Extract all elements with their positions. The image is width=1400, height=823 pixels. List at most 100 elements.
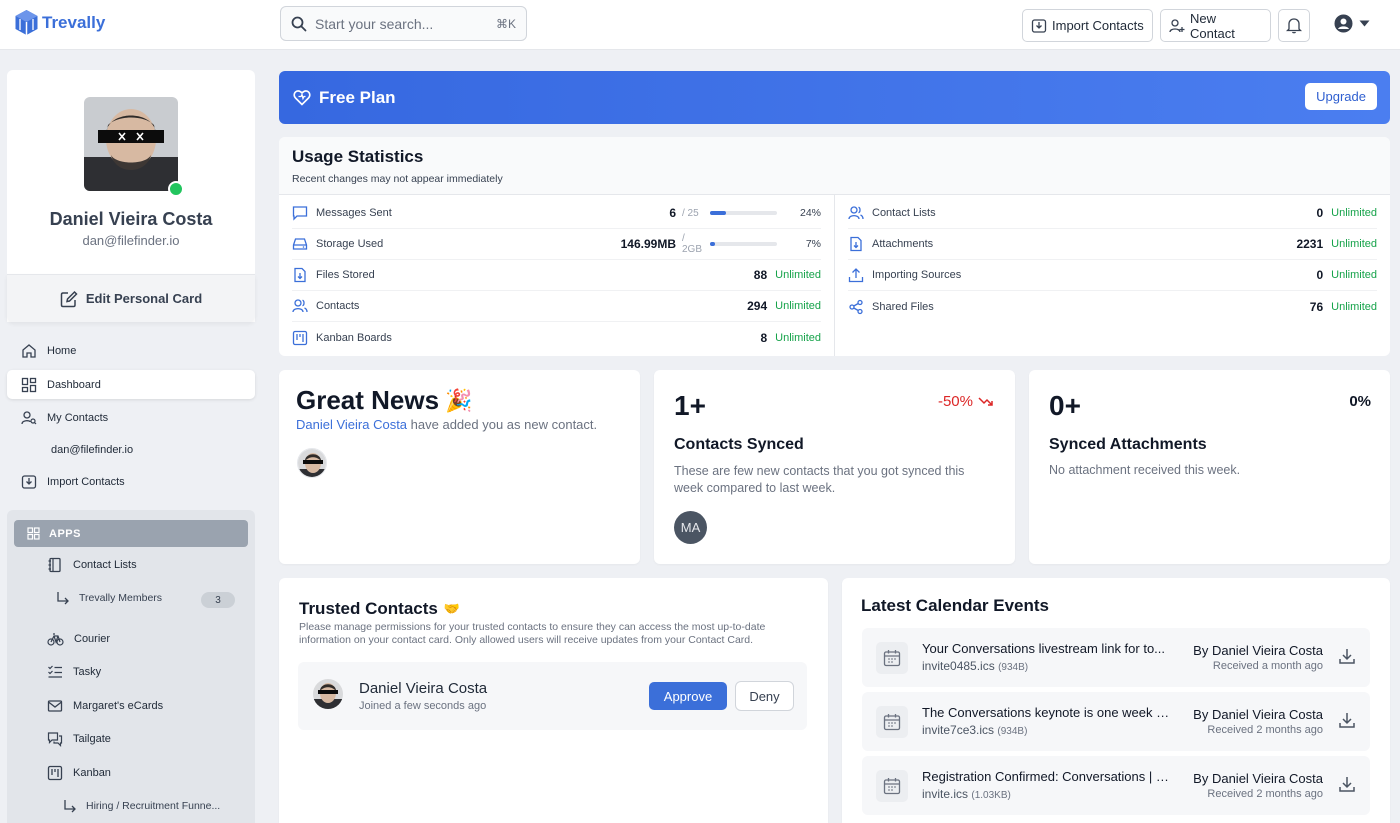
nav-item-my-contacts[interactable]: My Contacts: [7, 403, 255, 432]
app-contact-lists[interactable]: Contact Lists: [47, 552, 137, 578]
edit-icon: [60, 290, 78, 308]
usage-label: Messages Sent: [316, 207, 392, 219]
event-file: invite.ics (1.03KB): [922, 787, 1011, 801]
app-hiring-recruitment[interactable]: Hiring / Recruitment Funne...: [62, 794, 220, 818]
checklist-icon: [47, 664, 63, 680]
edit-personal-card-label: Edit Personal Card: [85, 291, 203, 306]
app-margarets-ecards[interactable]: Margaret's eCards: [47, 693, 163, 719]
mail-icon: [47, 698, 63, 714]
upload-icon: [848, 267, 864, 283]
app-label: Contact Lists: [73, 559, 137, 571]
new-contact-avatar[interactable]: [297, 448, 327, 478]
calendar-event-item[interactable]: The Conversations keynote is one week a.…: [862, 692, 1370, 751]
users-icon: [848, 205, 864, 221]
app-tailgate[interactable]: Tailgate: [47, 726, 111, 752]
synced-contact-avatar[interactable]: MA: [674, 511, 707, 544]
calendar-event-item[interactable]: Your Conversations livestream link for t…: [862, 628, 1370, 687]
brand-name: Trevally: [42, 12, 106, 32]
nav-item-account-email[interactable]: dan@filefinder.io: [7, 435, 255, 464]
usage-value: 0: [1316, 268, 1324, 282]
party-popper-icon: 🎉: [445, 387, 473, 413]
file-download-icon: [848, 236, 864, 252]
trusted-contacts-title: Trusted Contacts: [299, 599, 438, 618]
approve-button[interactable]: Approve: [649, 682, 727, 710]
contacts-synced-card: 1+ -50% Contacts Synced These are few ne…: [654, 370, 1015, 564]
event-filename: invite0485.ics: [922, 659, 995, 673]
usage-progress-fill: [710, 211, 727, 215]
usage-row-files-stored: Files Stored 88 Unlimited: [292, 260, 821, 291]
trusted-contact-name: Daniel Vieira Costa: [359, 680, 488, 697]
usage-percent: 24%: [799, 207, 821, 219]
edit-personal-card-button[interactable]: Edit Personal Card: [7, 274, 255, 322]
event-received: Received a month ago: [1212, 660, 1323, 672]
search-box[interactable]: Start your search... ⌘K: [280, 6, 527, 41]
nav-item-import-contacts[interactable]: Import Contacts: [7, 467, 255, 496]
usage-value: 76: [1309, 299, 1324, 314]
user-search-icon: [21, 410, 37, 426]
usage-statistics-card: Usage Statistics Recent changes may not …: [279, 137, 1390, 356]
usage-header: Usage Statistics Recent changes may not …: [279, 137, 1390, 195]
app-label: Trevally Members: [79, 592, 163, 604]
notifications-button[interactable]: [1278, 9, 1310, 42]
brand-logo[interactable]: Trevally: [14, 9, 105, 36]
download-icon[interactable]: [1338, 647, 1356, 665]
usage-value: 6: [669, 206, 676, 220]
apps-header[interactable]: APPS: [14, 520, 248, 547]
nav-item-dashboard[interactable]: Dashboard: [7, 370, 255, 399]
event-filesize: (934B): [998, 662, 1029, 673]
trusted-contact-avatar[interactable]: [313, 679, 343, 709]
app-trevally-members[interactable]: Trevally Members: [55, 586, 162, 610]
download-icon[interactable]: [1338, 775, 1356, 793]
profile-avatar[interactable]: [84, 97, 178, 191]
nav-item-label: Home: [47, 344, 77, 357]
usage-label: Kanban Boards: [316, 331, 392, 344]
usage-progress-bar: [710, 211, 777, 215]
usage-value: 0: [1316, 206, 1324, 220]
dashboard-icon: [21, 377, 37, 393]
contact-name-link[interactable]: Daniel Vieira Costa: [296, 417, 407, 432]
nav-item-home[interactable]: Home: [7, 336, 255, 365]
event-title: The Conversations keynote is one week a.…: [922, 705, 1172, 720]
usage-title: Usage Statistics: [292, 147, 424, 166]
usage-status: Unlimited: [1331, 300, 1377, 313]
members-count-badge: 3: [201, 592, 235, 608]
notebook-icon: [47, 557, 63, 573]
usage-percent: 7%: [805, 238, 821, 250]
import-contacts-button[interactable]: Import Contacts: [1022, 9, 1153, 42]
user-circle-icon: [1334, 14, 1353, 33]
chevron-down-icon: [1359, 20, 1370, 27]
great-news-title: Great News: [296, 385, 440, 415]
usage-row-importing-sources: Importing Sources 0 Unlimited: [848, 260, 1377, 291]
sidebar: Daniel Vieira Costa dan@filefinder.io Ed…: [0, 50, 268, 823]
synced-attachments-desc: No attachment received this week.: [1049, 463, 1241, 477]
usage-label: Importing Sources: [872, 269, 962, 281]
upgrade-button[interactable]: Upgrade: [1305, 83, 1377, 110]
nav-item-label: Dashboard: [47, 378, 101, 391]
synced-attachments-value: 0+: [1049, 390, 1081, 421]
calendar-event-item[interactable]: Registration Confirmed: Conversations | …: [862, 756, 1370, 815]
import-icon: [21, 474, 37, 490]
app-tasky[interactable]: Tasky: [47, 659, 101, 685]
search-input[interactable]: Start your search...: [315, 16, 496, 32]
trusted-contacts-card: Trusted Contacts 🤝 Please manage permiss…: [279, 578, 828, 823]
usage-row-shared-files: Shared Files 76 Unlimited: [848, 291, 1377, 322]
event-title: Registration Confirmed: Conversations | …: [922, 769, 1172, 784]
profile-email: dan@filefinder.io: [82, 233, 180, 248]
file-download-icon: [292, 267, 308, 283]
user-plus-icon: [1169, 18, 1185, 34]
app-label: Tailgate: [73, 733, 111, 745]
usage-label: Storage Used: [316, 238, 384, 250]
contacts-synced-title: Contacts Synced: [674, 436, 804, 453]
app-label: Kanban: [73, 767, 111, 779]
top-bar: Trevally Start your search... ⌘K Import …: [0, 0, 1400, 50]
download-icon[interactable]: [1338, 711, 1356, 729]
app-kanban[interactable]: Kanban: [47, 760, 111, 786]
users-icon: [292, 298, 308, 314]
usage-row-kanban-boards: Kanban Boards 8 Unlimited: [292, 322, 821, 353]
account-menu[interactable]: [1334, 14, 1370, 33]
app-courier[interactable]: Courier: [47, 626, 110, 652]
bell-icon: [1286, 17, 1302, 34]
deny-button[interactable]: Deny: [735, 681, 794, 711]
handshake-icon: 🤝: [443, 601, 461, 616]
new-contact-button[interactable]: New Contact: [1160, 9, 1271, 42]
